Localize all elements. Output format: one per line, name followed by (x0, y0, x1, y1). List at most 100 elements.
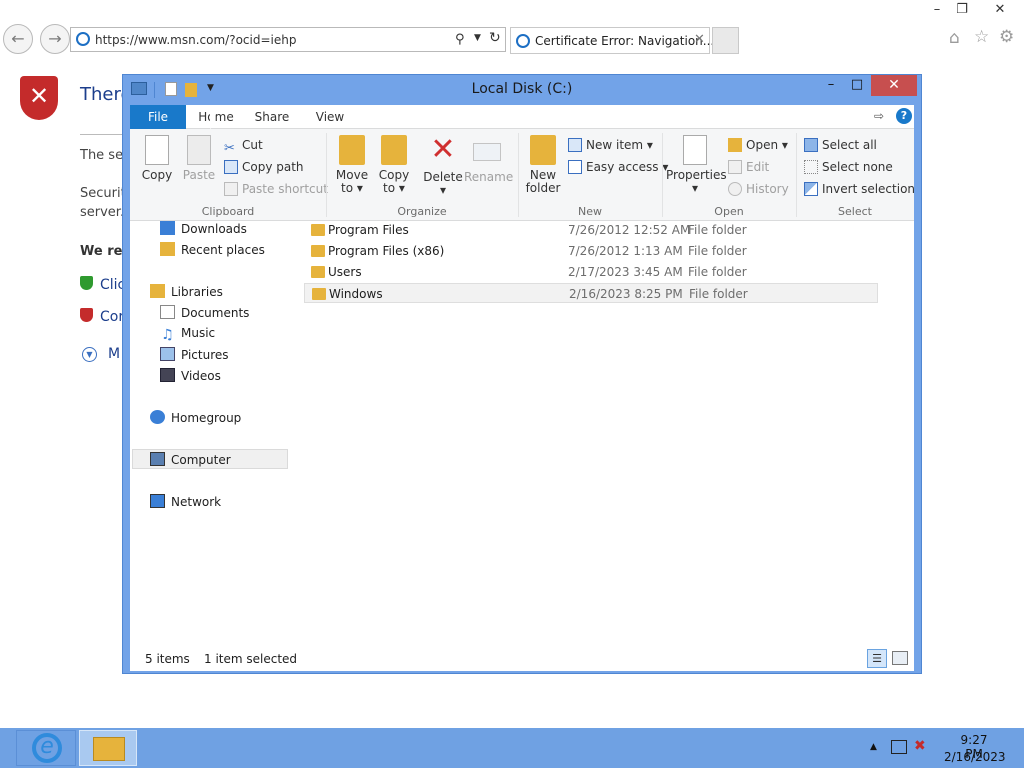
chevron-down-icon[interactable]: ▼ (82, 347, 97, 362)
tab-title: Certificate Error: Navigation... (535, 34, 715, 48)
copy-to-button[interactable]: Copy to ▾ (374, 135, 414, 195)
close-button[interactable]: ✕ (871, 75, 917, 96)
nav-item-network[interactable]: Network (150, 494, 221, 509)
invert-selection-label: Invert selection (822, 182, 916, 196)
nav-item-downloads[interactable]: Downloads (160, 221, 247, 236)
folder-icon (311, 245, 325, 257)
invert-selection-button[interactable]: Invert selection (804, 182, 915, 196)
nav-item-videos[interactable]: Videos (160, 368, 221, 383)
maximize-button[interactable]: □ (843, 75, 871, 96)
pictures-icon (160, 347, 175, 361)
nav-item-documents[interactable]: Documents (160, 305, 249, 320)
minimize-button[interactable]: – (817, 75, 845, 96)
folder-icon (311, 224, 325, 236)
open-button[interactable]: Open ▾ (728, 138, 788, 152)
cut-button[interactable]: ✂ Cut (224, 138, 263, 156)
home-icon[interactable]: ⌂ (949, 28, 960, 48)
libraries-icon (150, 284, 165, 298)
new-tab-button[interactable] (712, 27, 739, 54)
file-row[interactable]: Users 2/17/2023 3:45 AM File folder (304, 262, 878, 282)
nav-item-pictures[interactable]: Pictures (160, 347, 229, 362)
rename-button[interactable]: Rename (464, 135, 513, 184)
paste-button[interactable]: Paste (178, 135, 220, 182)
pin-ribbon-icon[interactable]: ⇨ (874, 109, 884, 123)
group-label-organize: Organize (397, 205, 447, 218)
folder-icon (312, 288, 326, 300)
delete-button[interactable]: ✕ Delete ▾ (422, 135, 464, 197)
close-page-link[interactable]: Cor (100, 309, 124, 325)
nav-item-computer[interactable]: Computer (150, 452, 231, 467)
back-button[interactable]: ← (3, 24, 33, 54)
edit-label: Edit (746, 160, 770, 174)
select-none-button[interactable]: Select none (804, 160, 893, 174)
ie-taskbar-button[interactable]: e (16, 730, 76, 766)
search-icon[interactable]: ⚲ (455, 32, 465, 47)
ie-close-button[interactable]: ✕ (985, 0, 1015, 20)
clock-date[interactable]: 2/16/2023 (944, 750, 1006, 764)
volume-muted-icon[interactable]: ✖ (914, 738, 926, 754)
documents-icon (160, 305, 175, 319)
ie-restore-button[interactable]: ❐ (947, 0, 977, 20)
new-folder-button[interactable]: New folder (522, 135, 564, 195)
invert-selection-icon (804, 182, 818, 196)
copy-button[interactable]: Copy (138, 135, 176, 182)
properties-button[interactable]: Properties ▾ (666, 135, 727, 195)
move-label: Move (335, 168, 369, 182)
tab-view[interactable]: View (308, 105, 352, 129)
select-all-button[interactable]: Select all (804, 138, 877, 152)
nav-item-recent[interactable]: Recent places (160, 242, 265, 257)
videos-icon (160, 368, 175, 382)
item-count: 5 items (145, 652, 190, 666)
file-row[interactable]: Program Files 7/26/2012 12:52 AM File fold… (304, 220, 878, 240)
file-row[interactable]: Program Files (x86) 7/26/2012 1:13 AM File… (304, 241, 878, 261)
file-type: File folder (688, 265, 747, 279)
easy-access-button[interactable]: Easy access ▾ (568, 160, 668, 174)
copy-label: Copy (141, 168, 173, 182)
properties-label: Properties (666, 168, 727, 182)
nav-item-music[interactable]: ♫ Music (160, 326, 216, 343)
nav-item-libraries[interactable]: Libraries (150, 284, 223, 299)
nav-label: Libraries (171, 285, 223, 299)
browser-tab[interactable]: Certificate Error: Navigation... ✕ (510, 27, 714, 54)
status-bar: 5 items 1 item selected ☰ (130, 647, 914, 671)
gear-icon[interactable]: ⚙ (999, 27, 1014, 47)
close-tab-icon[interactable]: ✕ (694, 32, 705, 47)
delete-icon: ✕ (430, 132, 456, 167)
address-bar[interactable]: https://www.msn.com/?ocid=iehp ⚲ ▼ ↻ (70, 27, 506, 52)
edit-icon (728, 160, 742, 174)
window-title: Local Disk (C:) (471, 81, 573, 97)
paste-icon (187, 135, 211, 165)
paste-shortcut-button[interactable]: Paste shortcut (224, 182, 328, 196)
music-icon: ♫ (161, 327, 174, 343)
tab-file[interactable]: File (130, 105, 186, 129)
group-label-clipboard: Clipboard (201, 205, 255, 218)
history-button[interactable]: History (728, 182, 789, 196)
help-icon[interactable]: ? (896, 108, 912, 124)
select-none-label: Select none (822, 160, 893, 174)
new-item-button[interactable]: New item ▾ (568, 138, 653, 152)
tab-share[interactable]: Share (250, 105, 294, 129)
dropdown-icon[interactable]: ▼ (474, 33, 481, 43)
move-to-button[interactable]: Move to ▾ (332, 135, 372, 195)
title-bar[interactable]: ▼ Local Disk (C:) – □ ✕ (123, 75, 921, 105)
more-info-link[interactable]: M (108, 346, 120, 362)
homegroup-icon (150, 410, 165, 424)
file-date: 7/26/2012 1:13 AM (568, 244, 683, 258)
copy-path-icon (224, 160, 238, 174)
select-none-icon (804, 160, 818, 174)
file-row-selected[interactable]: Windows 2/16/2023 8:25 PM File folder (304, 283, 878, 303)
favorites-icon[interactable]: ☆ (974, 27, 989, 47)
copy-path-button[interactable]: Copy path (224, 160, 304, 174)
refresh-icon[interactable]: ↻ (489, 30, 501, 46)
large-icons-view-icon[interactable] (892, 651, 908, 665)
forward-button[interactable]: → (40, 24, 70, 54)
nav-label: Music (181, 326, 216, 340)
edit-button[interactable]: Edit (728, 160, 769, 174)
explorer-taskbar-button[interactable] (79, 730, 137, 766)
network-tray-icon[interactable] (891, 740, 907, 754)
details-view-icon[interactable]: ☰ (867, 649, 887, 668)
selection-count: 1 item selected (204, 652, 298, 666)
show-hidden-icons[interactable]: ▲ (870, 742, 877, 752)
nav-item-homegroup[interactable]: Homegroup (150, 410, 241, 425)
computer-icon (150, 452, 165, 466)
